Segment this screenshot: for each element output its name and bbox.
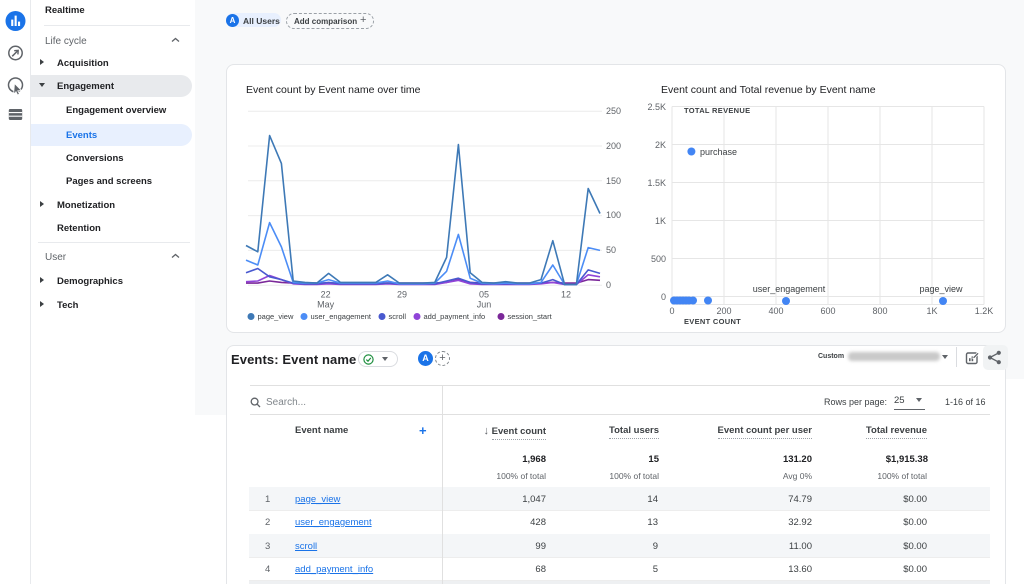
- svg-text:session_start: session_start: [508, 312, 553, 321]
- svg-text:scroll: scroll: [389, 312, 407, 321]
- svg-text:page_view: page_view: [258, 312, 294, 321]
- svg-text:user_engagement: user_engagement: [311, 312, 372, 321]
- svg-text:add_payment_info: add_payment_info: [424, 312, 486, 321]
